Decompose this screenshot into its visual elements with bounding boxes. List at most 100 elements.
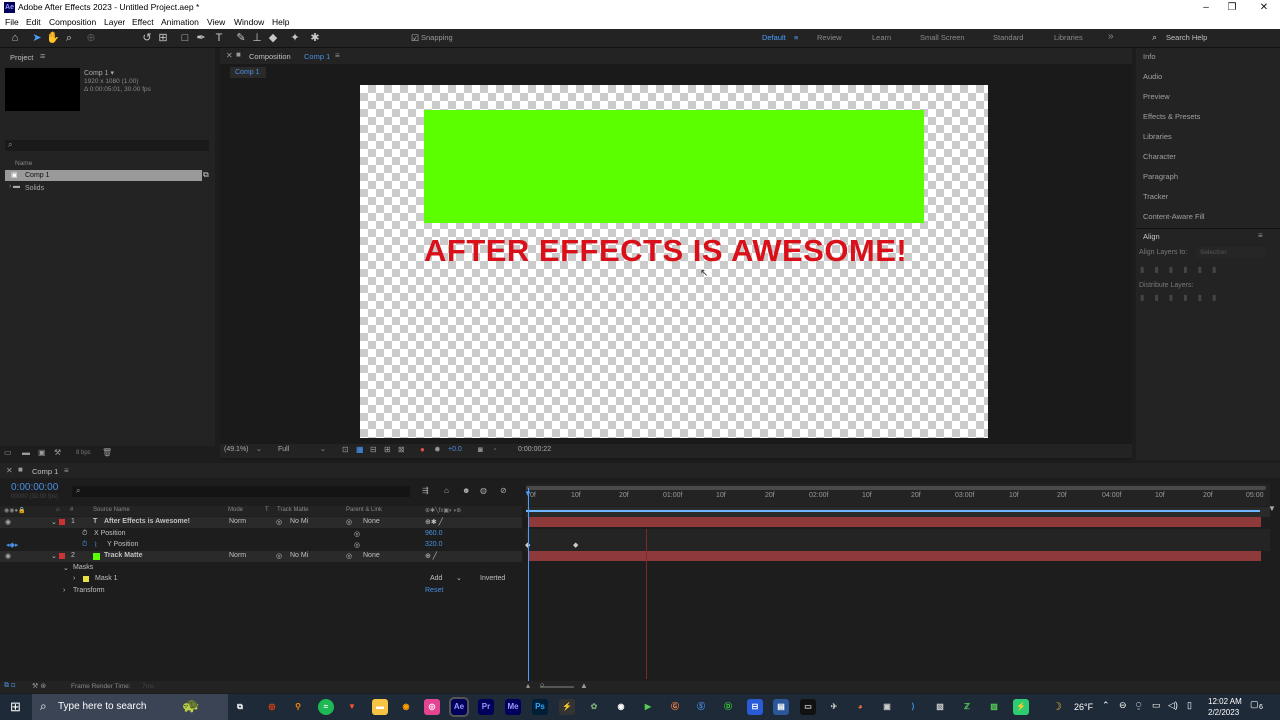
pickwhip-icon[interactable]: ◎ (354, 530, 360, 538)
new-folder-icon[interactable]: ▬ (22, 448, 30, 457)
firefox-icon[interactable]: ◕ (852, 699, 868, 715)
selection-tool-icon[interactable]: ➤ (30, 31, 44, 45)
blender-icon[interactable]: ◉ (398, 699, 414, 715)
layer-bar-1[interactable] (528, 517, 1261, 527)
track-matte-header[interactable]: Track Matte (277, 507, 308, 513)
menu-composition[interactable]: Composition (49, 17, 96, 27)
workspace-menu-icon[interactable]: ≡ (794, 33, 798, 42)
close-button[interactable]: ✕ (1252, 1, 1276, 14)
shy-icon[interactable]: ☻ (462, 486, 470, 495)
app-icon[interactable]: Ⓓ (720, 699, 736, 715)
spotify-icon[interactable]: ≈ (318, 699, 334, 715)
media-encoder-icon[interactable]: Me (505, 699, 521, 715)
expand-arrow-icon[interactable]: › (9, 183, 11, 190)
panel-preview[interactable]: Preview (1143, 92, 1170, 101)
matte-pickwhip-icon[interactable]: ◎ (276, 552, 282, 560)
weather-moon-icon[interactable]: ☽ (1052, 700, 1062, 713)
search-help-input[interactable]: Search Help (1166, 33, 1207, 42)
exposure-value[interactable]: +0.0 (448, 446, 462, 453)
menu-help[interactable]: Help (272, 17, 289, 27)
masks-row[interactable]: ⌄ Masks (0, 563, 522, 574)
graph-editor-icon[interactable]: ⊘ (500, 486, 507, 495)
app-icon[interactable]: ⚲ (290, 699, 306, 715)
clone-stamp-icon[interactable]: ⊥ (250, 31, 264, 45)
source-name-header[interactable]: Source Name (93, 507, 130, 513)
task-view-icon[interactable]: ⧉ (232, 699, 248, 715)
eye-icon[interactable]: ◉ (5, 552, 11, 560)
app-icon[interactable]: ◎ (264, 699, 280, 715)
microphone-icon[interactable]: ⍜ (1136, 700, 1141, 711)
comp-link[interactable]: Comp 1 (304, 52, 330, 61)
workspace-review[interactable]: Review (817, 33, 842, 42)
workspace-default[interactable]: Default (762, 33, 786, 42)
terminal-icon[interactable]: ▭ (800, 699, 816, 715)
brush-tool-icon[interactable]: ✎ (234, 31, 248, 45)
timeline-tab-label[interactable]: Comp 1 (32, 467, 58, 476)
menu-edit[interactable]: Edit (26, 17, 41, 27)
project-search-input[interactable]: ⌕ (5, 140, 209, 151)
new-comp-icon[interactable]: ▣ (38, 448, 46, 457)
frame-blend-icon[interactable]: ◍ (480, 486, 487, 495)
panel-character[interactable]: Character (1143, 152, 1176, 161)
menu-animation[interactable]: Animation (161, 17, 199, 27)
puppet-tool-icon[interactable]: ✱ (308, 31, 322, 45)
property-row-x[interactable]: ⏱ X Position ◎ 960.0 (0, 529, 522, 540)
t-header[interactable]: T (265, 507, 269, 513)
toggle-modes-icon[interactable]: ⚒ ⊛ (32, 682, 46, 690)
taskbar-search-box[interactable]: ⌕ Type here to search 🐢 (32, 694, 228, 720)
keyframe-nav-icon[interactable]: ◂◆▸ (6, 541, 18, 549)
vscode-icon[interactable]: ⟩ (905, 699, 921, 715)
bpc-label[interactable]: 8 bpc (76, 450, 91, 456)
zoom-out-icon[interactable]: ▴ (526, 681, 530, 690)
roto-brush-icon[interactable]: ✦ (288, 31, 302, 45)
app-icon[interactable]: ⚡ (559, 699, 575, 715)
chevron-down-icon[interactable]: ⌄ (456, 574, 462, 582)
tab-comp1[interactable]: Comp 1 (230, 67, 266, 78)
weather-temp[interactable]: 26°F (1074, 702, 1093, 712)
show-snapshot-icon[interactable]: ◔ (492, 445, 497, 454)
transparency-grid-icon[interactable]: ▦ (356, 445, 364, 454)
layer-name[interactable]: After Effects is Awesome! (104, 518, 190, 525)
parent-link-header[interactable]: Parent & Link (346, 507, 382, 513)
align-panel-title[interactable]: Align (1143, 232, 1160, 241)
mask1-row[interactable]: › Mask 1 Add ⌄ Inverted (0, 574, 522, 585)
zoom-dropdown[interactable]: (49.1%) (224, 446, 249, 453)
flowchart-icon[interactable]: ⧉ (203, 170, 209, 180)
label-color-swatch[interactable] (59, 553, 65, 559)
zoom-slider-knob-icon[interactable]: ○ (540, 682, 544, 689)
distribute-buttons[interactable]: ▮▮▮▮▮▮ (1140, 293, 1270, 303)
menu-layer[interactable]: Layer (104, 17, 125, 27)
app-icon[interactable]: ◉ (613, 699, 629, 715)
layer-row-1[interactable]: ◉ ⌄ 1 T After Effects is Awesome! Norm ◎… (0, 517, 522, 528)
reset-link[interactable]: Reset (425, 587, 443, 594)
workspace-learn[interactable]: Learn (872, 33, 891, 42)
current-time-display[interactable]: 0:00:00:00 (11, 482, 58, 493)
comp-flowchart-icon[interactable]: ⇶ (422, 486, 429, 495)
panel-audio[interactable]: Audio (1143, 72, 1162, 81)
end-handle-icon[interactable]: ▼ (1268, 504, 1276, 513)
panel-menu-icon[interactable]: ≡ (64, 466, 69, 475)
comp-name-label[interactable]: Comp 1 ▾ (84, 69, 114, 77)
panel-libraries[interactable]: Libraries (1143, 132, 1172, 141)
expand-arrow-icon[interactable]: › (73, 575, 75, 582)
rotate-tool-icon[interactable]: ↺ (140, 31, 154, 45)
zoom-tool-icon[interactable]: ⌕ (62, 31, 76, 45)
matte-pickwhip-icon[interactable]: ◎ (276, 518, 282, 526)
clock-date[interactable]: 2/2/2023 (1208, 708, 1239, 717)
grid-icon[interactable]: ⊞ (384, 445, 391, 454)
tray-chevron-icon[interactable]: ⌃ (1102, 700, 1110, 711)
type-tool-icon[interactable]: T (212, 31, 226, 45)
matte-dropdown[interactable]: No Mi (290, 518, 308, 525)
parent-dropdown[interactable]: None (363, 552, 380, 559)
layer-name[interactable]: Track Matte (104, 552, 143, 559)
mask-name[interactable]: Mask 1 (95, 575, 118, 582)
panel-effects-presets[interactable]: Effects & Presets (1143, 112, 1200, 121)
home-icon[interactable]: ⌂ (8, 31, 22, 45)
matte-dropdown[interactable]: No Mi (290, 552, 308, 559)
app-icon[interactable]: ▶ (640, 699, 656, 715)
toggle-switches-icon[interactable]: ⧉ ⊡ (4, 682, 15, 690)
photoshop-icon[interactable]: Ps (532, 699, 548, 715)
tray-app-icon[interactable]: ⊖ (1119, 700, 1127, 711)
parent-pickwhip-icon[interactable]: ◎ (346, 518, 352, 526)
orbit-tool-icon[interactable]: ⊕ (84, 31, 98, 45)
